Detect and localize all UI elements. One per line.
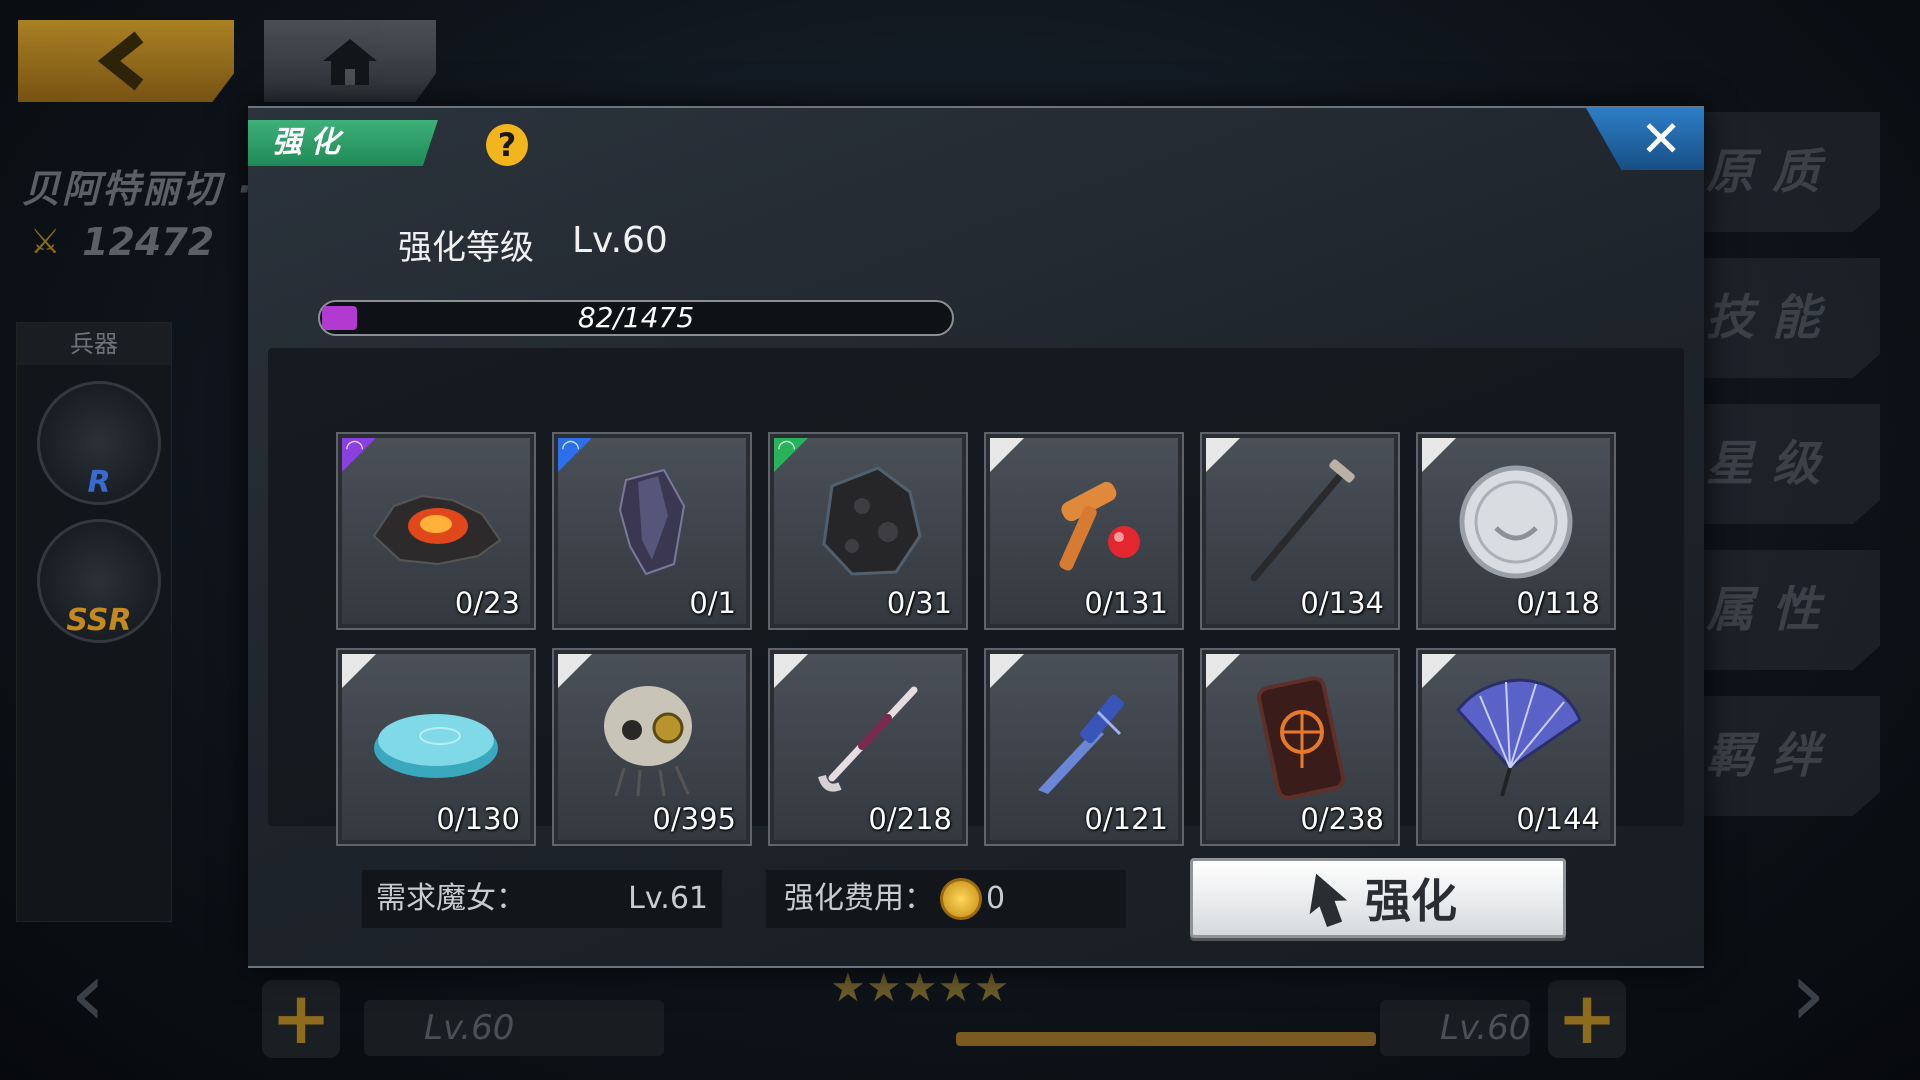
material-count: 0/134 — [1300, 586, 1384, 620]
tab-stars[interactable]: 星级 — [1700, 404, 1880, 524]
close-icon: ✕ — [1640, 110, 1682, 168]
material-silver-coin[interactable]: 0/118 — [1416, 432, 1616, 630]
smoking-pipe-icon — [818, 686, 918, 792]
kendama-icon — [1059, 481, 1140, 571]
material-folding-fan[interactable]: 0/144 — [1416, 648, 1616, 846]
mechanical-skull-icon — [604, 686, 692, 797]
material-butterfly-knife[interactable]: 0/121 — [984, 648, 1184, 846]
tab-bonds[interactable]: 羁绊 — [1700, 696, 1880, 816]
home-icon — [323, 39, 377, 85]
material-count: 0/131 — [1084, 586, 1168, 620]
material-count: 0/218 — [868, 802, 952, 836]
requirement-value: Lv.61 — [628, 881, 708, 916]
enhance-button-label: 强化 — [1365, 874, 1457, 928]
enhance-button[interactable]: 强化 — [1190, 858, 1566, 938]
butterfly-knife-icon — [1038, 694, 1124, 794]
power-value: 12472 — [82, 220, 215, 264]
exp-bar — [956, 1032, 1376, 1046]
material-meteorite-stone[interactable]: ◠ 0/31 — [768, 432, 968, 630]
weapon-rank: R — [87, 465, 111, 500]
material-count: 0/118 — [1516, 586, 1600, 620]
material-kendama-toy[interactable]: 0/131 — [984, 432, 1184, 630]
material-smoking-pipe[interactable]: 0/218 — [768, 648, 968, 846]
left-level-box: Lv.60 — [364, 1000, 664, 1056]
home-button[interactable] — [264, 20, 436, 102]
question-icon[interactable]: ? — [486, 124, 528, 166]
back-button[interactable] — [18, 20, 234, 102]
chevron-left-icon — [97, 31, 144, 91]
required-witch-level: 需求魔女： Lv.61 — [362, 870, 722, 928]
requirement-label: 需求魔女： — [376, 881, 526, 916]
material-count: 0/395 — [652, 802, 736, 836]
material-count: 0/23 — [454, 586, 520, 620]
close-button[interactable]: ✕ — [1586, 108, 1704, 170]
weapon-slot-ssr[interactable]: SSR — [37, 519, 161, 643]
enhance-progress-bar: 82/1475 — [318, 300, 954, 336]
weapon-slot-r[interactable]: R — [37, 381, 161, 505]
star-rating: ★★★★★ — [830, 965, 1010, 1011]
cost-label: 强化费用： — [784, 881, 934, 916]
rune-tablet-icon — [1256, 676, 1346, 800]
material-count: 0/121 — [1084, 802, 1168, 836]
tab-attributes[interactable]: 属性 — [1700, 550, 1880, 670]
molten-ore-icon — [372, 494, 502, 566]
walking-cane-icon — [1250, 459, 1355, 582]
left-plus-button[interactable]: + — [262, 980, 340, 1058]
next-character-arrow[interactable]: › — [1790, 950, 1880, 1040]
material-grid: ◠ 0/23 ◠ 0/1 ◠ 0/31 0/131 0/134 0/118 0/… — [268, 348, 1684, 846]
character-power: ⚔ 12472 — [30, 220, 214, 264]
material-soap-bar[interactable]: 0/130 — [336, 648, 536, 846]
weapon-rank: SSR — [66, 603, 132, 638]
weapon-panel-title: 兵器 — [17, 323, 171, 365]
tab-skills[interactable]: 技能 — [1700, 258, 1880, 378]
material-molten-ore[interactable]: ◠ 0/23 — [336, 432, 536, 630]
right-plus-button[interactable]: + — [1548, 980, 1626, 1058]
material-count: 0/238 — [1300, 802, 1384, 836]
arrow-up-icon — [1309, 873, 1348, 928]
material-count: 0/1 — [689, 586, 736, 620]
material-count: 0/144 — [1516, 802, 1600, 836]
material-dark-crystal[interactable]: ◠ 0/1 — [552, 432, 752, 630]
material-rune-tablet[interactable]: 0/238 — [1200, 648, 1400, 846]
folding-fan-icon — [1456, 678, 1582, 797]
tab-origin[interactable]: 原质 — [1700, 112, 1880, 232]
material-mechanical-skull[interactable]: 0/395 — [552, 648, 752, 846]
progress-text: 82/1475 — [577, 301, 695, 334]
material-count: 0/130 — [436, 802, 520, 836]
enhance-dialog: 强化 ? ✕ 强化等级 Lv.60 82/1475 ◠ 0/23 ◠ 0/1 ◠… — [248, 106, 1704, 968]
soap-bar-icon — [374, 714, 498, 778]
weapon-panel: 兵器 R SSR — [16, 322, 172, 922]
dark-crystal-icon — [618, 468, 686, 576]
enhance-level-value: Lv.60 — [572, 220, 668, 261]
meteorite-stone-icon — [822, 466, 922, 576]
cost-value: 0 — [986, 881, 1006, 916]
crossed-swords-icon: ⚔ — [30, 222, 61, 262]
enhance-level-label: 强化等级 — [398, 228, 534, 268]
right-level-box: Lv.60 — [1380, 1000, 1530, 1056]
silver-coin-icon — [1459, 465, 1573, 579]
material-count: 0/31 — [886, 586, 952, 620]
material-walking-cane[interactable]: 0/134 — [1200, 432, 1400, 630]
tab-enhance[interactable]: 强化 — [248, 120, 438, 166]
enhance-cost: 强化费用： 0 — [766, 870, 1126, 928]
gold-coin-icon — [940, 878, 982, 920]
prev-character-arrow[interactable]: ‹ — [70, 950, 160, 1040]
